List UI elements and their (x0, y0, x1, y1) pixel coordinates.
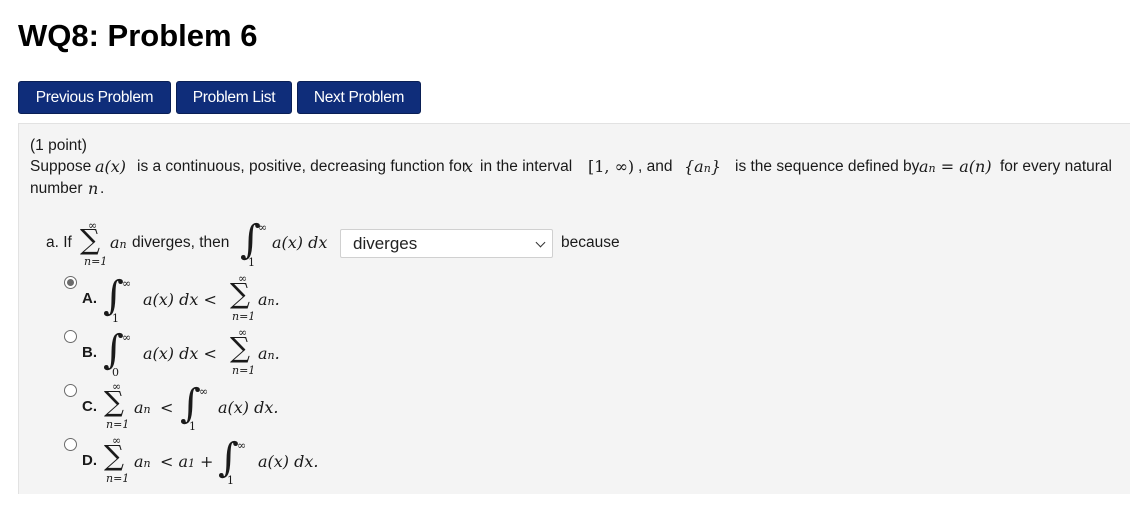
math-a-n: an (134, 398, 151, 417)
statement-text: . (100, 180, 105, 197)
sum-lower-limit: n=1 (106, 418, 130, 431)
sum-lower-limit: n=1 (232, 364, 256, 377)
radio-option-d[interactable] (64, 438, 77, 451)
math-plus: + (200, 452, 214, 471)
integral-symbol: ∫ (103, 327, 124, 373)
math-x: x (464, 157, 474, 176)
radio-option-c[interactable] (64, 384, 77, 397)
sum-lower-limit: n=1 (232, 310, 256, 323)
math-integrand: a(x) dx < (143, 290, 217, 309)
problem-list-button[interactable]: Problem List (176, 81, 292, 114)
option-letter: D. (82, 452, 97, 469)
because-label: because (561, 234, 620, 251)
math-n: n (88, 179, 99, 198)
integral-upper-limit: ∞ (122, 331, 132, 344)
integral-symbol: ∫ (103, 273, 124, 319)
statement-text: , and (638, 158, 673, 175)
math-interval: [1, ∞) (588, 157, 635, 176)
integral-symbol: ∫ (240, 217, 261, 263)
sigma-symbol: ∑ (230, 331, 250, 364)
math-integrand: a(x) dx < (143, 344, 217, 363)
sigma-symbol: ∑ (104, 439, 124, 472)
radio-option-a[interactable] (64, 276, 77, 289)
math-a-n: an. (258, 344, 280, 363)
next-problem-button[interactable]: Next Problem (297, 81, 421, 114)
option-letter: A. (82, 290, 97, 307)
math-less-than: < (160, 398, 174, 417)
math-a-n: an (110, 233, 127, 252)
convergence-select[interactable]: diverges (340, 229, 553, 258)
sum-lower-limit: n=1 (106, 472, 130, 485)
statement-text: is the sequence defined by (735, 158, 920, 175)
math-integrand: a(x) dx (272, 233, 328, 252)
integral-lower-limit: 1 (248, 256, 255, 269)
integral-lower-limit: 1 (189, 420, 196, 433)
integral-symbol: ∫ (218, 435, 239, 481)
integral-upper-limit: ∞ (237, 439, 247, 452)
previous-problem-button[interactable]: Previous Problem (18, 81, 171, 114)
integral-lower-limit: 1 (112, 312, 119, 325)
chevron-down-icon (535, 237, 546, 248)
part-a-prefix: a. If (46, 234, 72, 251)
math-definition: an = a(n) (919, 157, 992, 176)
statement-text: number (30, 180, 83, 197)
integral-lower-limit: 0 (112, 366, 119, 379)
integral-upper-limit: ∞ (199, 385, 209, 398)
integral-symbol: ∫ (180, 381, 201, 427)
radio-option-b[interactable] (64, 330, 77, 343)
math-a-n: an. (258, 290, 280, 309)
sigma-symbol: ∑ (80, 223, 100, 256)
points-label: (1 point) (30, 137, 87, 154)
integral-upper-limit: ∞ (122, 277, 132, 290)
select-value: diverges (353, 234, 418, 253)
option-letter: C. (82, 398, 97, 415)
math-a-n: an (134, 452, 151, 471)
sigma-symbol: ∑ (104, 385, 124, 418)
statement-text: is a continuous, positive, decreasing fu… (137, 158, 467, 175)
statement-text: for every natural (1000, 158, 1112, 175)
math-less-than-a1: < a1 (160, 452, 196, 471)
math-sequence: {an} (684, 157, 721, 176)
option-letter: B. (82, 344, 97, 361)
math-integrand: a(x) dx. (258, 452, 319, 471)
sigma-symbol: ∑ (230, 277, 250, 310)
sum-lower-limit: n=1 (84, 255, 108, 268)
statement-text: Suppose (30, 158, 92, 175)
math-integrand: a(x) dx. (218, 398, 279, 417)
page-title: WQ8: Problem 6 (18, 18, 258, 53)
statement-text: in the interval (480, 158, 573, 175)
math-a-of-x: a(x) (95, 157, 127, 176)
part-a-middle: diverges, then (132, 234, 230, 251)
integral-lower-limit: 1 (227, 474, 234, 487)
